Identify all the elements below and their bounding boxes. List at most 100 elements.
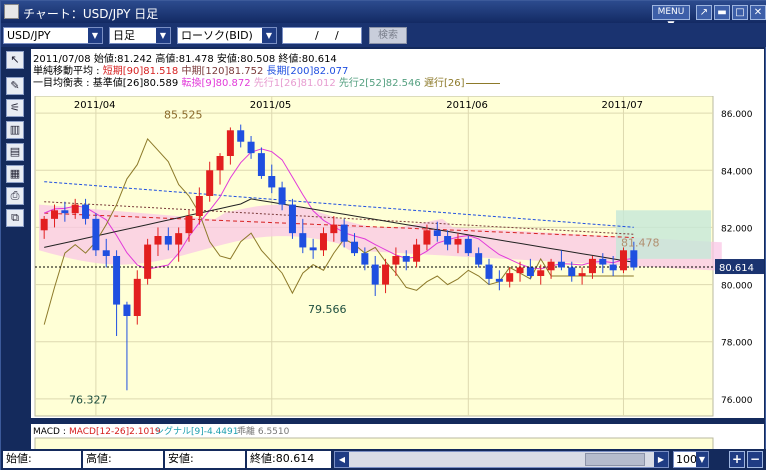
table-tool-icon[interactable]: ▦ xyxy=(6,165,24,183)
candle-body xyxy=(164,236,172,245)
scroll-left-icon[interactable]: ◀ xyxy=(335,452,349,467)
candle-body xyxy=(630,250,638,268)
candle-body xyxy=(288,204,296,234)
candle-body xyxy=(444,236,452,245)
x-tick-label: 2011/06 xyxy=(446,100,488,111)
candle-body xyxy=(619,250,627,271)
price-chart[interactable]: 86.000 84.000 82.000 80.000 78.000 76.000 2011… xyxy=(31,96,764,449)
candle-body xyxy=(578,273,586,276)
maximize-button[interactable]: □ xyxy=(732,5,748,20)
candle-body xyxy=(423,230,431,245)
candle-body xyxy=(102,250,110,256)
y-tick-label: 82.000 xyxy=(721,224,753,234)
signal-value: シグナル[9]-4.4491 xyxy=(155,425,239,437)
candle-body xyxy=(495,278,503,282)
candle-body xyxy=(413,244,421,262)
candle-body xyxy=(257,153,265,176)
close-button[interactable]: ✕ xyxy=(750,5,766,20)
date-separator-1: / xyxy=(315,29,319,42)
print-tool-icon[interactable]: ⎙ xyxy=(6,187,24,205)
panel-separator xyxy=(31,418,764,424)
pen-tool-icon[interactable]: ✎ xyxy=(6,77,24,95)
zoom-value: 100 xyxy=(676,453,697,466)
y-tick-label: 86.000 xyxy=(721,110,753,120)
copy-tool-icon[interactable]: ⧉ xyxy=(6,209,24,227)
candle-body xyxy=(299,233,307,248)
ichimoku-cloud-future xyxy=(616,210,711,259)
app-icon xyxy=(4,4,19,19)
timeframe-select[interactable]: 日足 ▼ xyxy=(109,27,171,44)
ichimoku-span2: 先行2[52]82.546 xyxy=(338,78,421,89)
status-open: 始値: xyxy=(3,451,81,468)
minimize-button[interactable]: ▬ xyxy=(714,5,730,20)
candle-body xyxy=(185,216,193,234)
candle-body xyxy=(402,256,410,262)
ichimoku-line: 一目均衡表 : 基準値[26]80.589 転換[9]80.872 先行1[26… xyxy=(33,74,501,89)
window-title: チャート：USD/JPY 日足 xyxy=(23,7,159,21)
candle-body xyxy=(568,267,576,276)
candle-body xyxy=(51,210,59,219)
x-tick-label: 2011/04 xyxy=(74,100,116,111)
y-tick-label: 78.000 xyxy=(721,339,753,349)
zoom-in-button[interactable]: + xyxy=(729,451,745,468)
menu-button[interactable]: MENU ▼ xyxy=(652,5,690,30)
candle-body xyxy=(154,236,162,245)
candle-body xyxy=(340,224,348,242)
candle-body xyxy=(516,267,524,274)
zoom-select[interactable]: 100 ▼ xyxy=(673,451,709,468)
time-scrollbar[interactable]: ◀ ▶ xyxy=(334,451,669,468)
cursor-tool-icon[interactable]: ↖ xyxy=(6,51,24,69)
candle-body xyxy=(175,233,183,245)
candle-body xyxy=(392,256,400,265)
candle-body xyxy=(92,218,100,251)
scroll-thumb[interactable] xyxy=(585,453,645,466)
candle-body xyxy=(537,270,545,276)
candle-body xyxy=(247,141,255,154)
date-input[interactable]: / / xyxy=(282,27,362,44)
ichimoku-label: 一目均衡表 : xyxy=(33,78,93,89)
undock-button[interactable]: ↗ xyxy=(696,5,712,20)
candle-body xyxy=(40,218,48,231)
chart-type-select[interactable]: ローソク(BID) ▼ xyxy=(177,27,277,44)
candle-body xyxy=(61,210,69,214)
candle-body xyxy=(485,264,493,279)
candle-body xyxy=(206,170,214,196)
ichimoku-base: 基準値[26]80.589 xyxy=(92,78,179,89)
timeframe-value: 日足 xyxy=(113,29,135,42)
search-button[interactable]: 検索 xyxy=(369,27,407,44)
lag-line-swatch xyxy=(466,82,501,84)
candle-body xyxy=(133,278,141,316)
indicator-tool-icon[interactable]: ⚟ xyxy=(6,99,24,117)
list-tool-icon[interactable]: ▤ xyxy=(6,143,24,161)
last-high-annotation: 81.478 xyxy=(621,236,660,249)
candle-body xyxy=(464,238,472,254)
macd-plot-bg xyxy=(34,437,714,449)
candle-body xyxy=(475,253,483,265)
title-bar[interactable]: チャート：USD/JPY 日足 MENU ▼ ↗ ▬ □ ✕ xyxy=(1,1,766,30)
candle-body xyxy=(123,304,131,316)
chevron-down-icon: ▼ xyxy=(262,28,276,43)
candle-body xyxy=(237,130,245,142)
chart-area: 2011/07/08 始値:81.242 高値:81.478 安値:80.508… xyxy=(31,49,764,449)
status-bar: 始値: 高値: 安値: 終値:80.614 ◀ ▶ 100 ▼ + − xyxy=(1,449,766,470)
ichimoku-conv: 転換[9]80.872 xyxy=(181,78,251,89)
chevron-down-icon: ▼ xyxy=(696,452,708,467)
ichimoku-span1: 先行1[26]81.012 xyxy=(253,78,336,89)
candle-body xyxy=(268,176,276,188)
candle-body xyxy=(371,264,379,285)
macd-diff-value: 乖離 6.5510 xyxy=(237,425,290,437)
date-separator-2: / xyxy=(335,29,339,42)
candle-body xyxy=(309,247,317,251)
toolbar: USD/JPY ▼ 日足 ▼ ローソク(BID) ▼ / / 検索 xyxy=(1,23,766,47)
scroll-right-icon[interactable]: ▶ xyxy=(654,452,668,467)
may-low-annotation: 79.566 xyxy=(308,303,347,316)
zoom-out-button[interactable]: − xyxy=(747,451,763,468)
bar-tool-icon[interactable]: ▥ xyxy=(6,121,24,139)
candle-body xyxy=(82,204,90,219)
symbol-select[interactable]: USD/JPY ▼ xyxy=(3,27,103,44)
candle-body xyxy=(319,233,327,251)
candle-body xyxy=(382,264,390,285)
status-close: 終値:80.614 xyxy=(247,451,331,468)
candle-body xyxy=(144,244,152,279)
status-low: 安値: xyxy=(165,451,245,468)
